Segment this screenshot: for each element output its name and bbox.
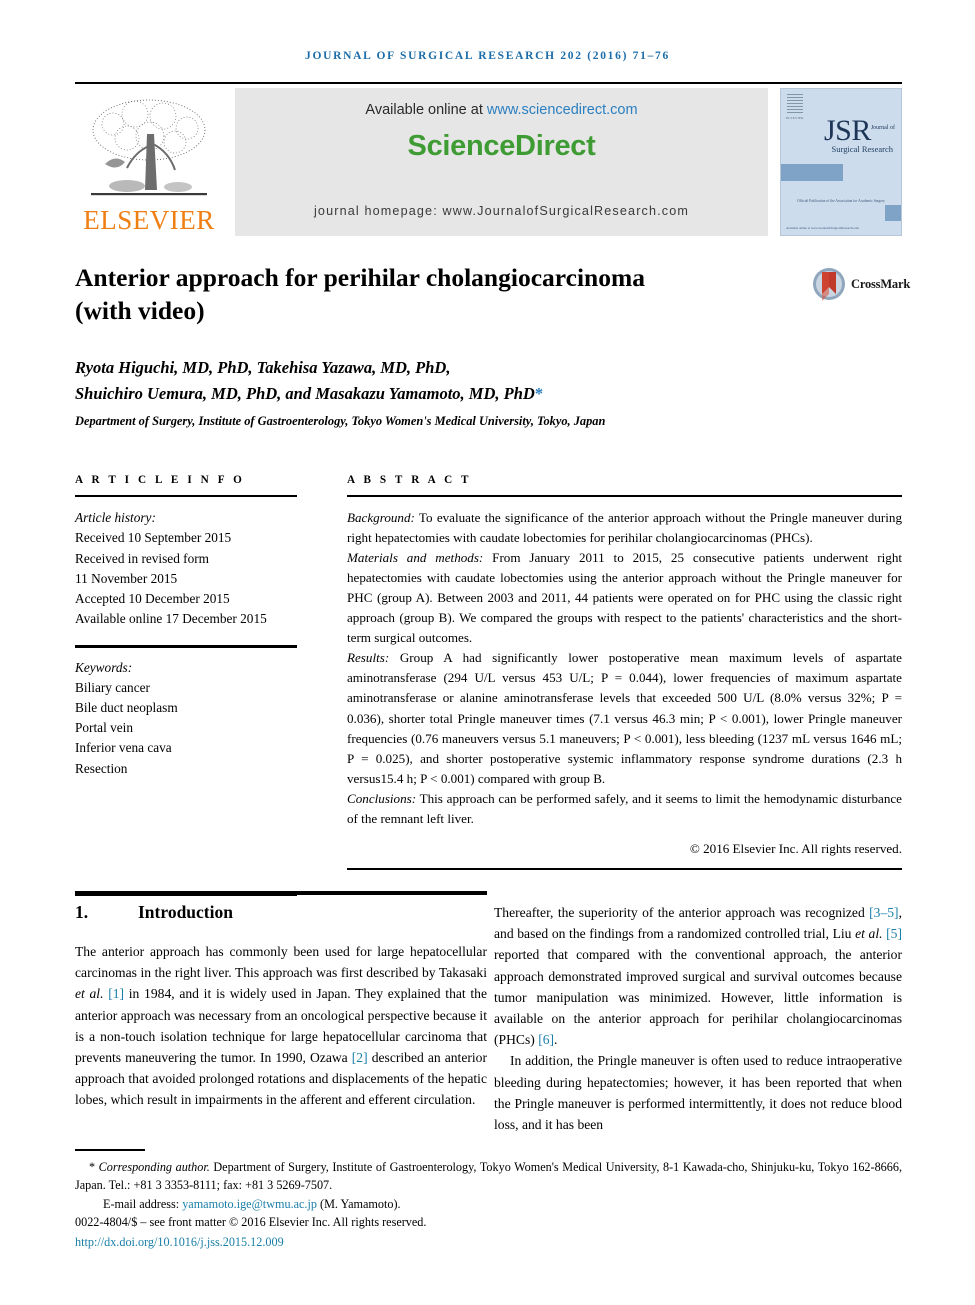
article-title: Anterior approach for perihilar cholangi… bbox=[75, 263, 645, 325]
article-history-label: Article history: bbox=[75, 510, 156, 526]
elsevier-wordmark: ELSEVIER bbox=[83, 205, 215, 235]
history-item: Received 10 September 2015 bbox=[75, 530, 232, 546]
footnote-star: * bbox=[89, 1160, 96, 1174]
section-heading-introduction: 1. Introduction bbox=[75, 902, 487, 923]
article-info-top-rule bbox=[75, 495, 297, 498]
corresponding-author-label: Corresponding author. bbox=[98, 1160, 210, 1174]
history-item: Received in revised form bbox=[75, 550, 210, 566]
email-link[interactable]: yamamoto.ige@twmu.ac.jp bbox=[182, 1197, 317, 1211]
history-item: 11 November 2015 bbox=[75, 570, 178, 586]
introduction-text-left: The anterior approach has commonly been … bbox=[75, 941, 487, 1111]
page-footer: * Corresponding author. Department of Su… bbox=[75, 1158, 902, 1251]
elsevier-logo: ELSEVIER bbox=[75, 88, 223, 236]
section-title: Introduction bbox=[138, 902, 233, 922]
journal-article-page: JOURNAL OF SURGICAL RESEARCH 202 (2016) … bbox=[0, 0, 975, 1305]
sciencedirect-banner: Available online at www.sciencedirect.co… bbox=[235, 88, 768, 236]
available-online-line: Available online at www.sciencedirect.co… bbox=[365, 102, 637, 118]
keywords-block: Keywords: Biliary cancer Bile duct neopl… bbox=[75, 658, 297, 779]
article-history-block: Article history: Received 10 September 2… bbox=[75, 508, 297, 629]
abstract-copyright: © 2016 Elsevier Inc. All rights reserved… bbox=[689, 840, 902, 856]
keywords-label: Keywords: bbox=[75, 659, 133, 675]
body-column-right: Thereafter, the superiority of the anter… bbox=[494, 902, 902, 1135]
author-line-2: Shuichiro Uemura, MD, PhD, and Masakazu … bbox=[75, 383, 544, 403]
abstract-conclusions-label: Conclusions: bbox=[347, 790, 417, 806]
history-item: Available online 17 December 2015 bbox=[75, 611, 267, 627]
cover-accent-bar-left bbox=[781, 164, 843, 181]
body-column-left: 1. Introduction The anterior approach ha… bbox=[75, 902, 487, 1111]
cover-subtitle: Surgical Research bbox=[831, 144, 893, 154]
keyword-item: Biliary cancer bbox=[75, 679, 150, 695]
cover-elsevier-tree-icon bbox=[787, 94, 803, 114]
cover-note: Official Publication of the Association … bbox=[797, 199, 885, 203]
cover-footer-note: Available online at www.JournalofSurgica… bbox=[786, 225, 859, 230]
email-line: E-mail address: yamamoto.ige@twmu.ac.jp … bbox=[75, 1195, 902, 1213]
introduction-text-right: Thereafter, the superiority of the anter… bbox=[494, 902, 902, 1135]
abstract-column: A B S T R A C T Background: To evaluate … bbox=[347, 474, 902, 870]
reference-link-3-5[interactable]: [3–5] bbox=[869, 905, 898, 920]
cover-accent-bar-right bbox=[885, 205, 901, 221]
footnote-rule bbox=[75, 1149, 145, 1151]
cover-acronym-sup: Journal of bbox=[870, 125, 895, 131]
history-item: Accepted 10 December 2015 bbox=[75, 591, 230, 606]
abstract-conclusions-text: This approach can be performed safely, a… bbox=[347, 790, 902, 826]
elsevier-tree-icon bbox=[83, 94, 215, 206]
article-info-column: A R T I C L E I N F O Article history: R… bbox=[75, 474, 297, 896]
abstract-methods: Materials and methods: From January 2011… bbox=[347, 548, 902, 648]
author-list: Ryota Higuchi, MD, PhD, Takehisa Yazawa,… bbox=[75, 355, 835, 406]
running-head-rule bbox=[75, 82, 902, 85]
doi-link[interactable]: http://dx.doi.org/10.1016/j.jss.2015.12.… bbox=[75, 1233, 902, 1251]
author-line-1: Ryota Higuchi, MD, PhD, Takehisa Yazawa,… bbox=[75, 358, 451, 377]
paragraph: In addition, the Pringle maneuver is oft… bbox=[494, 1053, 902, 1133]
abstract-top-rule bbox=[347, 495, 902, 498]
keywords-rule bbox=[75, 645, 297, 648]
body-section-rule bbox=[75, 891, 487, 896]
crossmark-badge[interactable]: CrossMark bbox=[812, 266, 912, 302]
abstract-bottom-rule bbox=[347, 867, 902, 870]
abstract-methods-label: Materials and methods: bbox=[347, 550, 484, 566]
crossmark-icon bbox=[812, 267, 846, 301]
sciencedirect-url-link[interactable]: www.sciencedirect.com bbox=[487, 102, 638, 118]
journal-cover-thumbnail: ELSEVIER JSRJournal of Surgical Research… bbox=[780, 88, 902, 236]
abstract-results-label: Results: bbox=[347, 650, 390, 666]
section-number: 1. bbox=[75, 902, 89, 922]
reference-link-1[interactable]: [1] bbox=[108, 986, 124, 1001]
paragraph: The anterior approach has commonly been … bbox=[75, 944, 488, 1108]
masthead: ELSEVIER Available online at www.science… bbox=[75, 88, 902, 236]
available-online-prefix: Available online at bbox=[365, 102, 487, 118]
running-head: JOURNAL OF SURGICAL RESEARCH 202 (2016) … bbox=[305, 50, 670, 62]
reference-link-2[interactable]: [2] bbox=[352, 1050, 368, 1065]
keyword-item: Portal vein bbox=[75, 720, 133, 736]
abstract-background: Background: To evaluate the significance… bbox=[347, 508, 902, 548]
corresponding-author-marker: * bbox=[534, 383, 544, 403]
sciencedirect-logo[interactable]: ScienceDirect bbox=[408, 130, 596, 163]
abstract-background-text: To evaluate the significance of the ante… bbox=[347, 510, 902, 546]
abstract-background-label: Background: bbox=[347, 510, 415, 526]
email-owner: (M. Yamamoto). bbox=[316, 1196, 401, 1211]
corresponding-author-note: * Corresponding author. Department of Su… bbox=[75, 1158, 902, 1195]
abstract-results: Results: Group A had significantly lower… bbox=[347, 648, 902, 788]
paragraph: Thereafter, the superiority of the anter… bbox=[494, 905, 902, 1048]
abstract-results-text: Group A had significantly lower postoper… bbox=[347, 650, 902, 786]
issn-copyright-line: 0022-4804/$ – see front matter © 2016 El… bbox=[75, 1214, 427, 1229]
keyword-item: Bile duct neoplasm bbox=[75, 700, 178, 715]
reference-link-5[interactable]: [5] bbox=[886, 926, 902, 941]
keyword-item: Resection bbox=[75, 760, 128, 776]
reference-link-6[interactable]: [6] bbox=[538, 1032, 554, 1047]
keyword-item: Inferior vena cava bbox=[75, 740, 172, 756]
author-affiliation: Department of Surgery, Institute of Gast… bbox=[75, 414, 606, 428]
journal-homepage-line[interactable]: journal homepage: www.JournalofSurgicalR… bbox=[235, 204, 768, 218]
abstract-heading: A B S T R A C T bbox=[347, 474, 472, 486]
article-info-heading: A R T I C L E I N F O bbox=[75, 474, 245, 486]
email-label: E-mail address: bbox=[103, 1196, 183, 1211]
abstract-conclusions: Conclusions: This approach can be perfor… bbox=[347, 789, 902, 829]
crossmark-label: CrossMark bbox=[851, 276, 911, 291]
abstract-body: Background: To evaluate the significance… bbox=[347, 508, 902, 829]
cover-acronym: JSRJournal of bbox=[823, 114, 895, 147]
